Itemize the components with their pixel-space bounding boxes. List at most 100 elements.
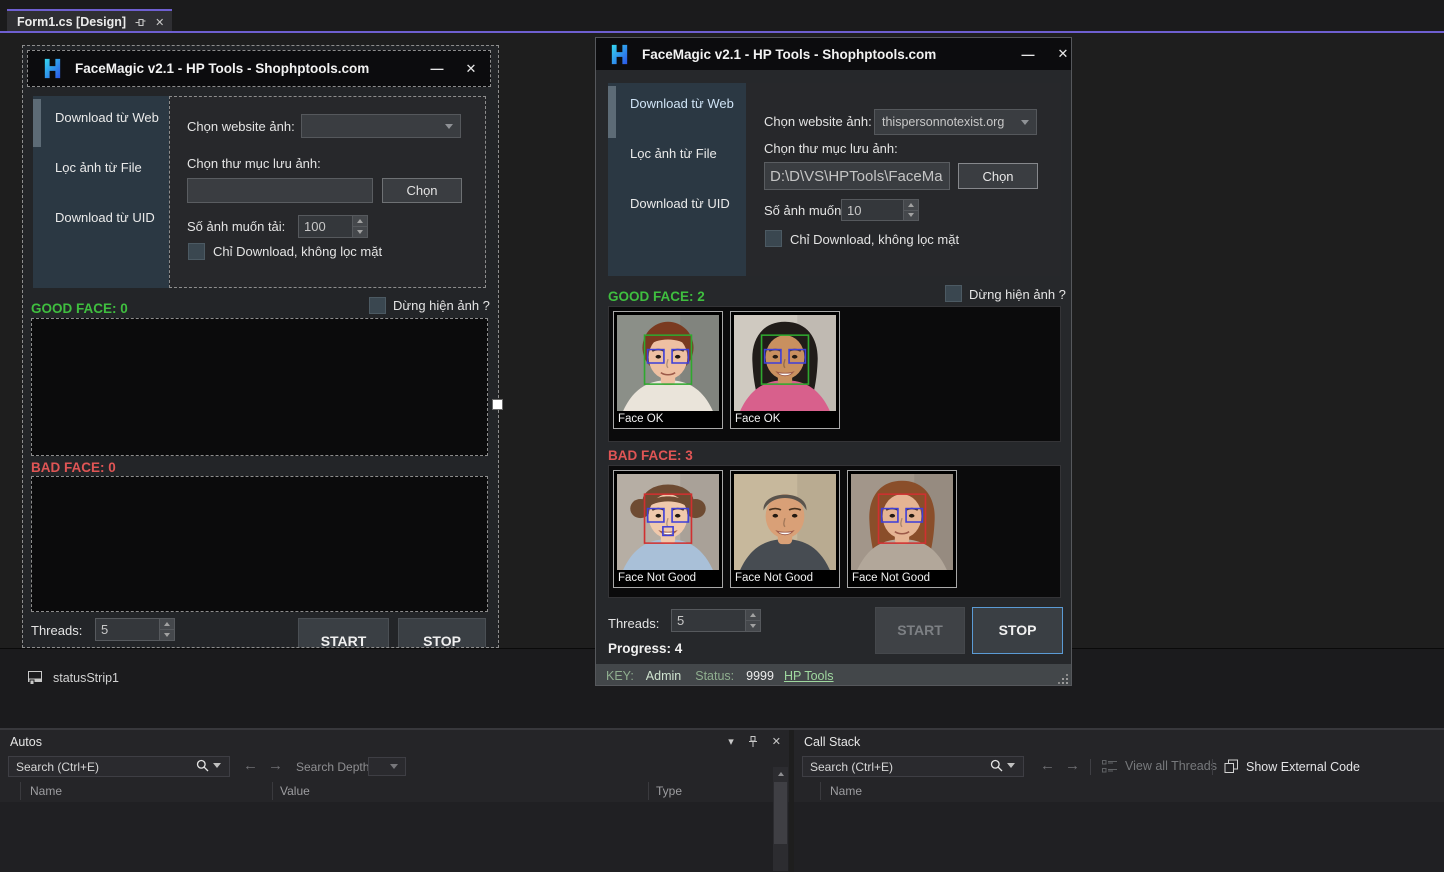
close-button[interactable]: ✕ bbox=[1043, 46, 1072, 62]
threads-stepper[interactable] bbox=[95, 618, 175, 641]
face-result-label: Face Not Good bbox=[617, 570, 719, 584]
spin-up-icon[interactable] bbox=[904, 200, 918, 210]
scrollbar-thumb[interactable] bbox=[774, 782, 787, 844]
tab-download-tu-web[interactable]: Download từ Web bbox=[630, 96, 734, 111]
good-face-panel bbox=[31, 318, 488, 456]
close-icon[interactable]: ✕ bbox=[155, 16, 164, 29]
download-settings-panel: Chọn website ảnh: Chọn thư mục lưu ảnh: … bbox=[169, 96, 486, 288]
start-button[interactable]: START bbox=[875, 607, 965, 654]
chevron-down-icon bbox=[445, 124, 453, 129]
column-name[interactable]: Name bbox=[830, 784, 862, 798]
minimize-button[interactable]: — bbox=[1013, 47, 1043, 62]
spin-up-icon[interactable] bbox=[746, 610, 760, 620]
callstack-panel-titlebar[interactable]: Call Stack bbox=[794, 730, 1444, 754]
column-value[interactable]: Value bbox=[280, 784, 310, 798]
search-icon[interactable] bbox=[196, 759, 209, 772]
folder-label: Chọn thư mục lưu ảnh: bbox=[187, 156, 321, 171]
window-position-icon[interactable]: ▾ bbox=[728, 735, 734, 748]
autos-column-headers: Name Value Type bbox=[0, 780, 789, 802]
tab-download-tu-uid[interactable]: Download từ UID bbox=[630, 196, 730, 211]
download-only-label: Chỉ Download, không lọc mặt bbox=[213, 244, 382, 259]
autos-panel-titlebar[interactable]: Autos ▾ ✕ bbox=[0, 730, 789, 754]
count-label: Số ảnh muốn tải: bbox=[187, 219, 285, 234]
choose-folder-button[interactable]: Chọn bbox=[382, 178, 462, 203]
tab-loc-anh-tu-file[interactable]: Lọc ảnh từ File bbox=[630, 146, 717, 161]
stop-button[interactable]: STOP bbox=[398, 618, 486, 648]
search-icon[interactable] bbox=[990, 759, 1003, 772]
stop-show-checkbox[interactable] bbox=[369, 297, 386, 314]
tab-loc-anh-tu-file[interactable]: Lọc ảnh từ File bbox=[55, 160, 142, 175]
download-only-checkbox[interactable] bbox=[765, 230, 782, 247]
designer-form-titlebar[interactable]: FaceMagic v2.1 - HP Tools - Shophptools.… bbox=[27, 50, 491, 87]
threads-label: Threads: bbox=[608, 616, 659, 631]
face-photo bbox=[617, 315, 719, 411]
view-all-threads-button[interactable]: View all Threads bbox=[1102, 759, 1217, 773]
choose-folder-button[interactable]: Chọn bbox=[958, 163, 1038, 189]
website-combobox[interactable]: thispersonnotexist.org bbox=[874, 109, 1037, 135]
search-options-caret-icon[interactable] bbox=[213, 763, 221, 768]
spin-down-icon[interactable] bbox=[746, 620, 760, 631]
visual-studio-window: Form1.cs [Design] ✕ FaceMagic v2.1 - HP … bbox=[0, 0, 1444, 872]
minimize-button[interactable]: — bbox=[422, 61, 452, 76]
app-titlebar[interactable]: FaceMagic v2.1 - HP Tools - Shophptools.… bbox=[596, 38, 1072, 70]
count-stepper-input[interactable] bbox=[299, 216, 352, 237]
spin-down-icon[interactable] bbox=[160, 629, 174, 640]
pin-icon[interactable] bbox=[748, 736, 758, 748]
hp-tools-link[interactable]: HP Tools bbox=[784, 669, 834, 683]
spin-up-icon[interactable] bbox=[353, 216, 367, 226]
show-external-code-label: Show External Code bbox=[1246, 760, 1360, 774]
spin-down-icon[interactable] bbox=[904, 210, 918, 221]
external-code-icon bbox=[1224, 759, 1239, 774]
chevron-down-icon bbox=[1021, 120, 1029, 125]
selected-tab-indicator bbox=[608, 86, 616, 138]
designer-resize-handle[interactable] bbox=[492, 399, 503, 410]
back-arrow-icon[interactable]: ← bbox=[1040, 758, 1055, 773]
forward-arrow-icon[interactable]: → bbox=[1065, 758, 1080, 773]
download-settings-panel: Chọn website ảnh: thispersonnotexist.org… bbox=[746, 83, 1061, 276]
download-only-checkbox[interactable] bbox=[188, 243, 205, 260]
facemagic-logo-icon bbox=[608, 43, 631, 66]
folder-input[interactable] bbox=[764, 162, 950, 190]
column-type[interactable]: Type bbox=[656, 784, 682, 798]
tab-download-tu-uid[interactable]: Download từ UID bbox=[55, 210, 155, 225]
search-depth-combobox[interactable] bbox=[368, 757, 406, 776]
spin-up-icon[interactable] bbox=[160, 619, 174, 629]
stop-show-label: Dừng hiện ảnh ? bbox=[969, 287, 1066, 302]
forward-arrow-icon[interactable]: → bbox=[268, 758, 283, 773]
stop-button[interactable]: STOP bbox=[972, 607, 1063, 654]
count-stepper-input[interactable] bbox=[842, 200, 903, 220]
face-photo bbox=[851, 474, 953, 570]
count-stepper[interactable] bbox=[841, 199, 919, 221]
face-result-label: Face Not Good bbox=[734, 570, 836, 584]
tab-form1-design[interactable]: Form1.cs [Design] ✕ bbox=[7, 9, 172, 33]
website-combobox[interactable] bbox=[301, 114, 461, 138]
threads-stepper[interactable] bbox=[671, 609, 761, 632]
pin-icon[interactable] bbox=[135, 17, 146, 28]
spin-down-icon[interactable] bbox=[353, 226, 367, 237]
column-name[interactable]: Name bbox=[30, 784, 62, 798]
vertical-scrollbar[interactable] bbox=[773, 767, 788, 871]
statusstrip-label: statusStrip1 bbox=[53, 671, 119, 685]
show-external-code-button[interactable]: Show External Code bbox=[1224, 759, 1360, 774]
window-title: FaceMagic v2.1 - HP Tools - Shophptools.… bbox=[75, 61, 369, 76]
stop-show-checkbox[interactable] bbox=[945, 285, 962, 302]
folder-input[interactable] bbox=[187, 178, 373, 203]
key-value: Admin bbox=[646, 669, 681, 683]
threads-stepper-input[interactable] bbox=[96, 619, 159, 640]
resize-grip[interactable] bbox=[1056, 672, 1068, 684]
tab-download-tu-web[interactable]: Download từ Web bbox=[55, 110, 159, 125]
bad-face-panel: Face Not GoodFace Not GoodFace Not Good bbox=[608, 465, 1061, 598]
search-options-caret-icon[interactable] bbox=[1007, 763, 1015, 768]
good-face-panel: Face OKFace OK bbox=[608, 306, 1061, 442]
start-button[interactable]: START bbox=[298, 618, 389, 648]
close-button[interactable]: ✕ bbox=[452, 61, 490, 77]
threads-stepper-input[interactable] bbox=[672, 610, 745, 631]
close-icon[interactable]: ✕ bbox=[772, 735, 781, 748]
scroll-up-icon[interactable] bbox=[773, 767, 788, 781]
count-stepper[interactable] bbox=[298, 215, 368, 238]
mode-tab-list: Download từ Web Lọc ảnh từ File Download… bbox=[33, 96, 169, 288]
statusstrip-component[interactable]: statusStrip1 bbox=[28, 671, 119, 685]
back-arrow-icon[interactable]: ← bbox=[243, 758, 258, 773]
status-value: 9999 bbox=[746, 669, 774, 683]
face-tile: Face OK bbox=[730, 311, 840, 429]
